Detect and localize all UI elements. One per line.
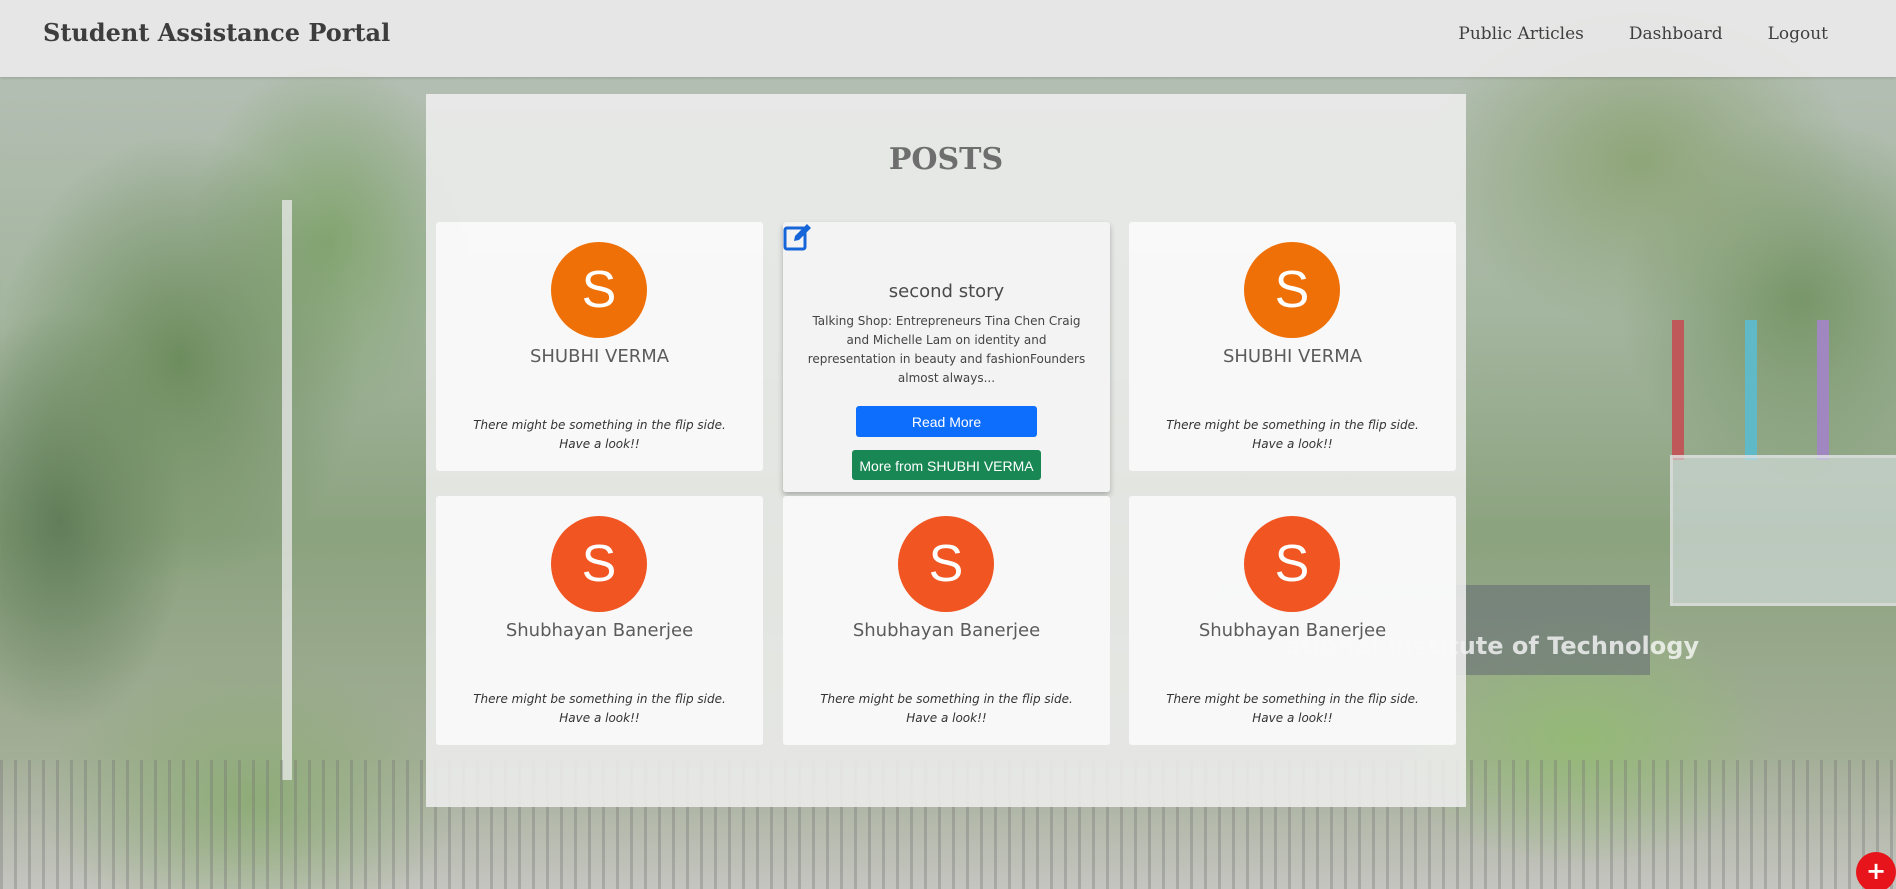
author-name: Shubhayan Banerjee	[852, 620, 1041, 641]
card-hint: There might be something in the flip sid…	[473, 692, 726, 725]
edit-icon[interactable]	[783, 222, 813, 252]
card-hint: There might be something in the flip sid…	[473, 418, 726, 451]
post-card[interactable]: S Shubhayan Banerjee There might be some…	[1129, 496, 1456, 745]
author-name: Shubhayan Banerjee	[505, 620, 694, 641]
avatar: S	[551, 242, 647, 338]
page-title: POSTS	[888, 142, 1004, 177]
nav-link-dashboard[interactable]: Dashboard	[1629, 24, 1723, 44]
avatar: S	[1244, 516, 1340, 612]
avatar: S	[898, 516, 994, 612]
read-more-button[interactable]: Read More	[856, 406, 1037, 437]
nav-link-logout[interactable]: Logout	[1768, 24, 1828, 44]
author-name: SHUBHI VERMA	[529, 346, 670, 367]
avatar: S	[551, 516, 647, 612]
author-name: Shubhayan Banerjee	[1198, 620, 1387, 641]
post-card[interactable]: S Shubhayan Banerjee There might be some…	[436, 496, 763, 745]
story-title: second story	[888, 281, 1005, 302]
post-card[interactable]: S SHUBHI VERMA There might be something …	[1129, 222, 1456, 471]
post-card[interactable]: S Shubhayan Banerjee There might be some…	[783, 496, 1110, 745]
top-navbar: Student Assistance Portal Public Article…	[0, 0, 1896, 77]
nav-links: Public Articles Dashboard Logout	[1458, 24, 1828, 44]
post-card-flipped[interactable]: second story Talking Shop: Entrepreneurs…	[783, 222, 1110, 492]
posts-panel: POSTS S SHUBHI VERMA There might be some…	[426, 94, 1466, 807]
post-card[interactable]: S SHUBHI VERMA There might be something …	[436, 222, 763, 471]
author-name: SHUBHI VERMA	[1222, 346, 1363, 367]
card-hint: There might be something in the flip sid…	[1166, 692, 1419, 725]
more-from-author-button[interactable]: More from SHUBHI VERMA	[852, 450, 1041, 480]
card-hint: There might be something in the flip sid…	[1166, 418, 1419, 451]
nav-link-public-articles[interactable]: Public Articles	[1458, 24, 1583, 44]
avatar: S	[1244, 242, 1340, 338]
add-post-button[interactable]: +	[1856, 852, 1896, 889]
brand-title[interactable]: Student Assistance Portal	[43, 18, 390, 47]
card-hint: There might be something in the flip sid…	[820, 692, 1073, 725]
story-excerpt: Talking Shop: Entrepreneurs Tina Chen Cr…	[807, 314, 1086, 385]
